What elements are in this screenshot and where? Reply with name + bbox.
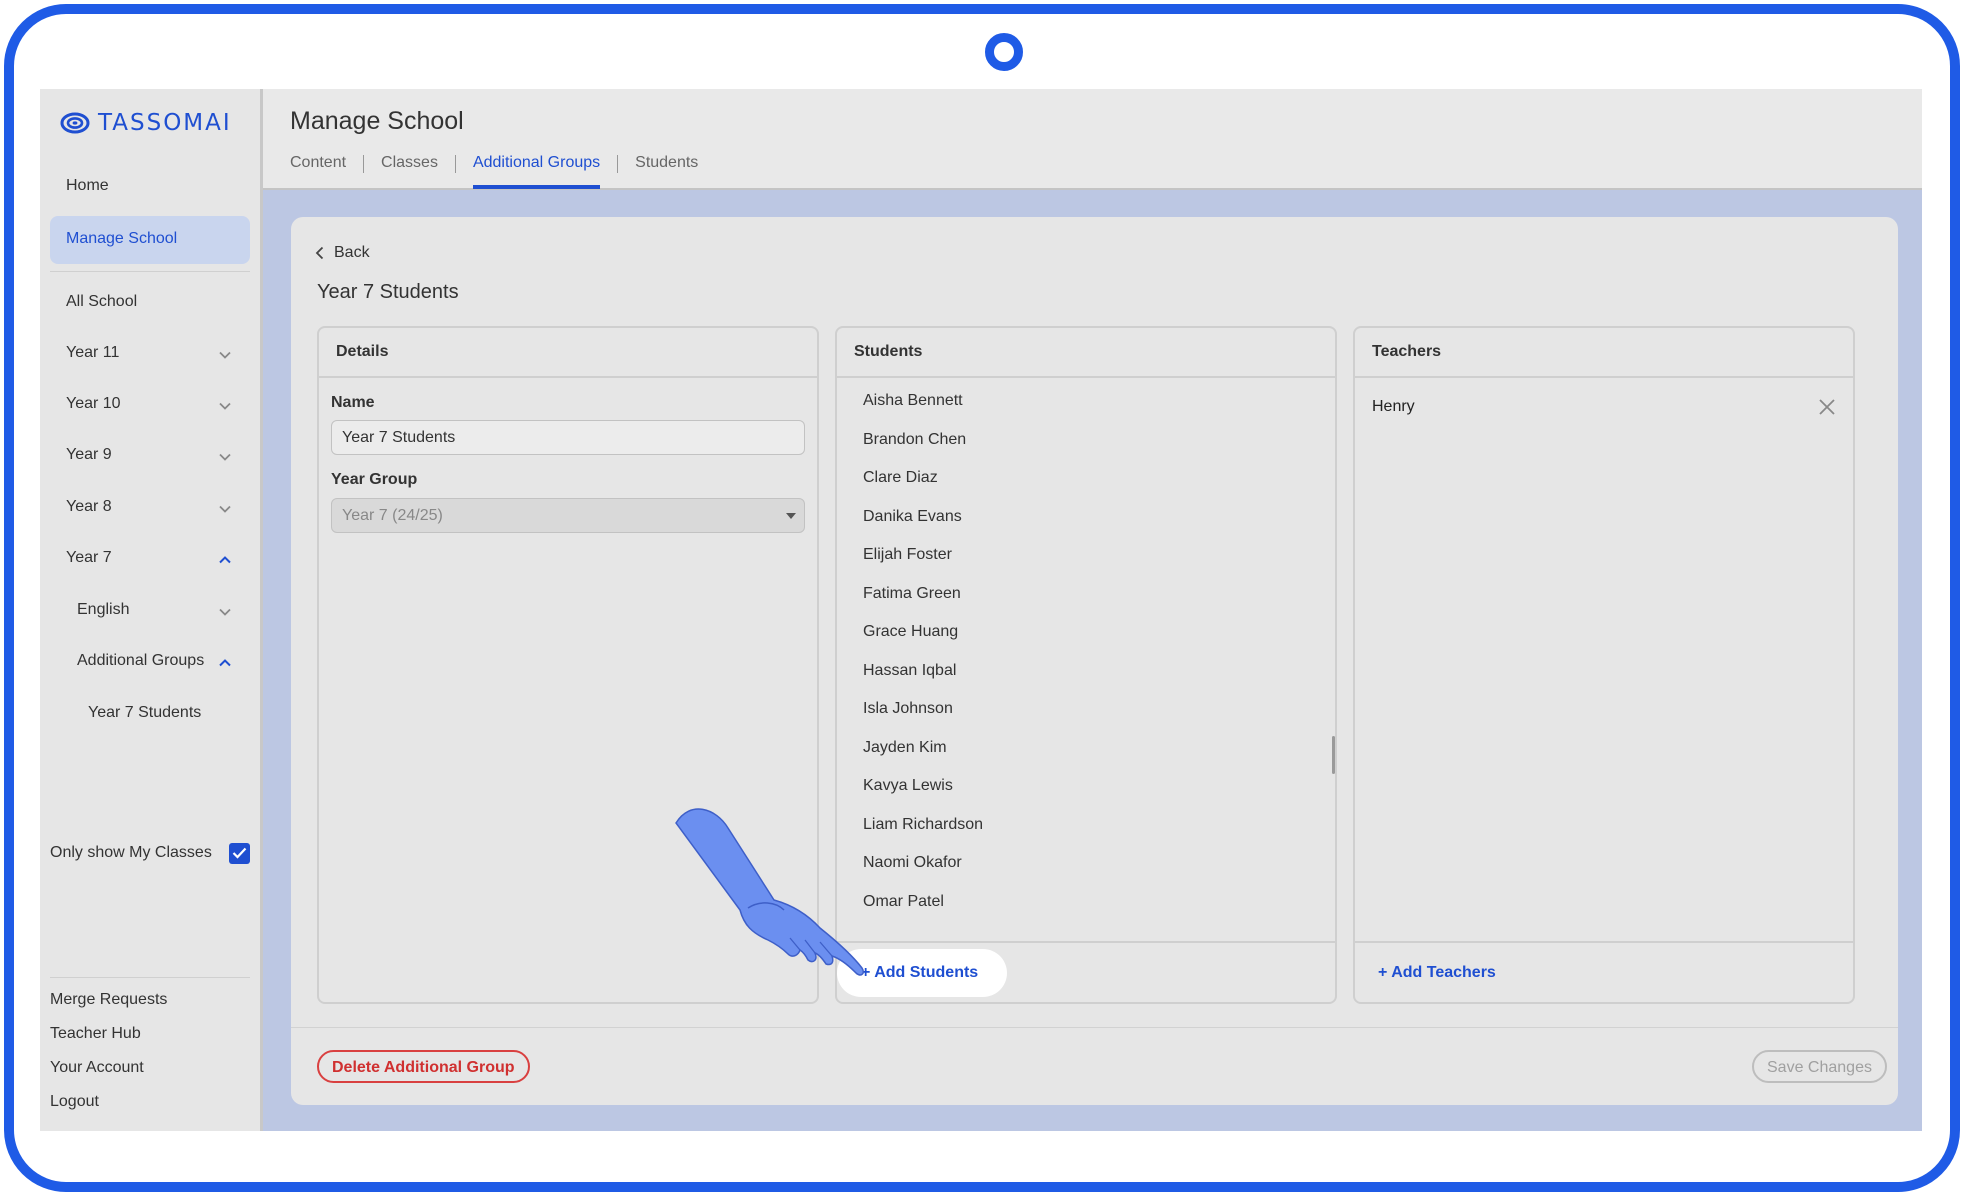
sidebar: TASSOMAI Home Manage School All School Y… [40,89,263,1131]
save-changes-button[interactable]: Save Changes [1752,1050,1887,1083]
brand-name: TASSOMAI [98,110,232,136]
app-screen: TASSOMAI Home Manage School All School Y… [40,89,1922,1131]
year-group-select[interactable]: Year 7 (24/25) [331,498,805,533]
caret-down-icon [786,513,796,519]
year-group-value: Year 7 (24/25) [342,507,443,524]
chevron-down-icon[interactable] [218,502,232,516]
main-content: Back Year 7 Students Details Name Year 7… [263,190,1922,1131]
tab-classes[interactable]: Classes [381,153,438,189]
sidebar-item-home[interactable]: Home [66,177,109,195]
only-my-classes-toggle[interactable]: Only show My Classes [50,841,250,865]
students-heading: Students [837,328,1335,378]
sidebar-link-logout[interactable]: Logout [50,1093,99,1111]
details-panel: Details Name Year 7 Students Year Group … [317,326,819,1004]
tab-students[interactable]: Students [635,153,698,189]
teacher-item: Henry [1372,398,1415,415]
sidebar-item-year-7-students[interactable]: Year 7 Students [88,704,201,722]
students-footer: + Add Students [837,941,1335,1002]
sidebar-item-year-8[interactable]: Year 8 [66,498,112,516]
tab-additional-groups[interactable]: Additional Groups [472,153,601,189]
chevron-down-icon[interactable] [218,450,232,464]
checkmark-icon [232,847,247,859]
list-item[interactable]: Aisha Bennett [863,392,963,410]
camera-icon [985,33,1023,71]
teachers-panel: Teachers Henry + Add Teachers [1353,326,1855,1004]
list-item[interactable]: Liam Richardson [863,816,983,834]
sidebar-item-year-10[interactable]: Year 10 [66,395,121,413]
back-button[interactable]: Back [315,244,370,262]
chevron-down-icon[interactable] [218,348,232,362]
list-item[interactable]: Brandon Chen [863,431,966,449]
back-label: Back [334,244,370,261]
list-item[interactable]: Naomi Okafor [863,854,962,872]
tab-content[interactable]: Content [290,153,346,189]
add-students-button[interactable]: + Add Students [861,964,978,982]
chevron-down-icon[interactable] [218,605,232,619]
sidebar-item-year-9[interactable]: Year 9 [66,446,112,464]
group-editor-card: Back Year 7 Students Details Name Year 7… [291,217,1898,1105]
name-label: Name [331,394,375,411]
tab-separator [363,155,365,173]
details-heading: Details [319,328,817,378]
only-my-classes-label: Only show My Classes [50,844,212,861]
group-title: Year 7 Students [317,281,459,303]
list-item[interactable]: Kavya Lewis [863,777,953,795]
add-teachers-button[interactable]: + Add Teachers [1378,964,1496,982]
chevron-left-icon [315,246,324,260]
tab-bar: Content Classes Additional Groups Studen… [290,153,698,189]
list-item[interactable]: Jayden Kim [863,739,947,757]
scrollbar-thumb[interactable] [1332,736,1335,774]
sidebar-item-manage-school[interactable]: Manage School [50,216,250,264]
sidebar-item-all-school[interactable]: All School [66,293,137,311]
list-item[interactable]: Clare Diaz [863,469,938,487]
student-list[interactable]: Aisha Bennett Brandon Chen Clare Diaz Da… [837,378,1335,943]
list-item[interactable]: Omar Patel [863,893,944,911]
sidebar-link-merge-requests[interactable]: Merge Requests [50,991,167,1009]
tab-separator [617,155,619,173]
list-item[interactable]: Danika Evans [863,508,962,526]
sidebar-item-english[interactable]: English [77,601,129,619]
chevron-down-icon[interactable] [218,399,232,413]
students-panel: Students Aisha Bennett Brandon Chen Clar… [835,326,1337,1004]
close-icon[interactable] [1818,398,1836,416]
chevron-up-icon[interactable] [218,553,232,567]
sidebar-divider [50,977,250,978]
teachers-footer: + Add Teachers [1355,941,1853,1002]
sidebar-item-additional-groups[interactable]: Additional Groups [77,652,204,670]
list-item[interactable]: Hassan Iqbal [863,662,956,680]
card-footer-divider [291,1027,1898,1028]
page-title: Manage School [290,107,464,135]
brand-logo[interactable]: TASSOMAI [60,107,232,139]
name-input[interactable]: Year 7 Students [331,420,805,455]
list-item[interactable]: Isla Johnson [863,700,953,718]
list-item[interactable]: Elijah Foster [863,546,952,564]
list-item[interactable]: Grace Huang [863,623,958,641]
list-item[interactable]: Fatima Green [863,585,961,603]
sidebar-item-year-7[interactable]: Year 7 [66,549,112,567]
tassomai-logo-icon [60,112,90,134]
sidebar-link-your-account[interactable]: Your Account [50,1059,144,1077]
sidebar-item-year-11[interactable]: Year 11 [66,344,119,362]
sidebar-divider [50,271,250,272]
only-my-classes-checkbox[interactable] [229,842,250,864]
teachers-heading: Teachers [1355,328,1853,378]
delete-group-button[interactable]: Delete Additional Group [317,1050,530,1083]
page-header: Manage School Content Classes Additional… [263,89,1922,190]
tab-separator [454,155,456,173]
chevron-up-icon[interactable] [218,656,232,670]
year-group-label: Year Group [331,471,418,488]
sidebar-link-teacher-hub[interactable]: Teacher Hub [50,1025,141,1043]
